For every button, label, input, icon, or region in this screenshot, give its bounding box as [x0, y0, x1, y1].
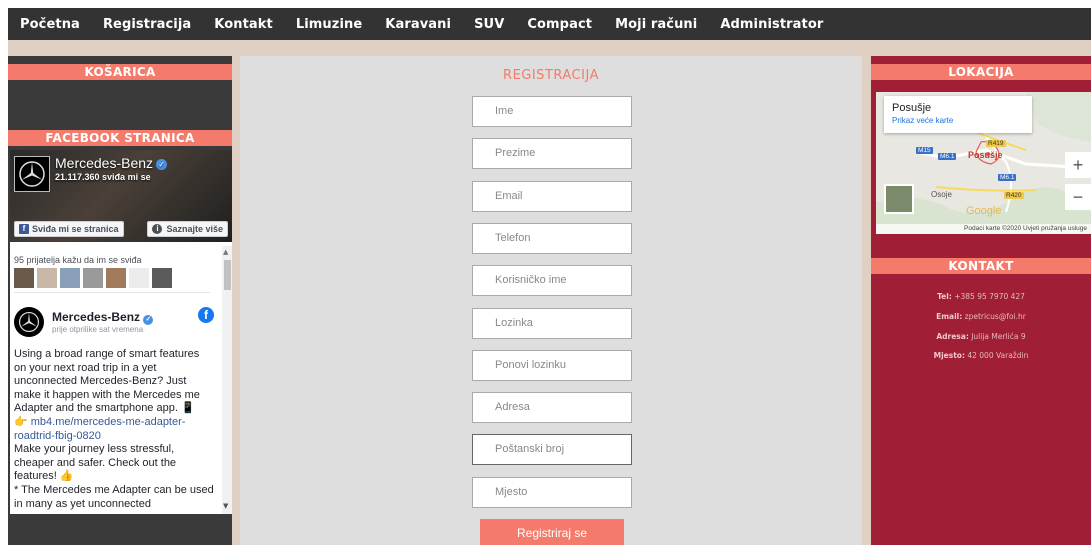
contact-heading: KONTAKT [871, 258, 1091, 274]
repeat-password-field[interactable]: Ponovi lozinku [472, 350, 632, 381]
google-logo: Google [966, 205, 1002, 217]
learn-more-button[interactable]: i Saznajte više [147, 221, 228, 237]
friends-like-text: 95 prijatelja kažu da im se sviđa [14, 255, 142, 265]
location-map[interactable]: R419 M15 M6.1 M6.1 R420 Posušje Osoje Po… [876, 92, 1091, 234]
facebook-cover: Mercedes-Benz ✓ 21.117.360 sviđa mi se fS… [10, 150, 232, 242]
map-footer[interactable]: Podaci karte ©2020 Uvjeti pružanja uslug… [876, 224, 1091, 234]
nav-item-karavani[interactable]: Karavani [385, 17, 451, 32]
road-label: M6.1 [998, 174, 1017, 181]
city-field[interactable]: Mjesto [472, 477, 632, 508]
contact-phone: Tel: +385 95 7970 427 [937, 292, 1025, 301]
scroll-down-icon[interactable]: ▼ [223, 502, 228, 510]
scroll-up-icon[interactable]: ▲ [223, 248, 228, 256]
mercedes-logo-icon[interactable] [14, 156, 50, 192]
verified-icon: ✓ [156, 158, 168, 170]
facebook-heading: FACEBOOK STRANICA [8, 130, 232, 146]
nav-item-pocetna[interactable]: Početna [20, 17, 80, 32]
address-field[interactable]: Adresa [472, 392, 632, 423]
nav-item-limuzine[interactable]: Limuzine [296, 17, 362, 32]
zoom-in-button[interactable]: + [1065, 152, 1091, 178]
satellite-toggle[interactable] [884, 184, 914, 214]
road-label: M15 [916, 147, 933, 154]
email-field[interactable]: Email [472, 181, 632, 212]
facebook-scrollbar[interactable]: ▲ ▼ [222, 246, 232, 514]
info-icon: i [152, 224, 163, 234]
post-header: Mercedes-Benz ✓ prije otprilike sat vrem… [14, 304, 214, 340]
nav-item-compact[interactable]: Compact [527, 17, 592, 32]
facebook-likes-count: 21.117.360 sviđa mi se [55, 172, 151, 182]
avatar[interactable] [106, 268, 126, 288]
avatar[interactable] [152, 268, 172, 288]
zoom-out-button[interactable]: − [1065, 184, 1091, 210]
phone-field[interactable]: Telefon [472, 223, 632, 254]
post-text: Using a broad range of smart features on… [14, 348, 214, 510]
verified-icon: ✓ [143, 315, 154, 325]
first-name-field[interactable]: Ime [472, 96, 632, 127]
road-label: M6.1 [938, 153, 957, 160]
right-sidebar: LOKACIJA R419 M15 M6.1 M6.1 R420 Posušje… [871, 56, 1091, 545]
contact-address: Adresa: Julija Merlića 9 [936, 332, 1026, 341]
top-navbar: Početna Registracija Kontakt Limuzine Ka… [8, 8, 1091, 40]
road-label: R419 [986, 140, 1006, 147]
password-field[interactable]: Lozinka [472, 308, 632, 339]
avatar[interactable] [60, 268, 80, 288]
map-info-card: Posušje Prikaz veće karte [884, 96, 1032, 133]
avatar[interactable] [129, 268, 149, 288]
map-village-label: Osoje [931, 190, 952, 199]
location-heading: LOKACIJA [871, 64, 1091, 80]
nav-item-suv[interactable]: SUV [474, 17, 504, 32]
postal-code-field[interactable]: Poštanski broj [472, 434, 632, 465]
nav-item-kontakt[interactable]: Kontakt [214, 17, 273, 32]
friends-avatars [14, 268, 210, 288]
contact-email: Email: zpetricus@foi.hr [936, 312, 1026, 321]
facebook-f-icon: f [19, 224, 29, 234]
username-field[interactable]: Korisničko ime [472, 265, 632, 296]
last-name-field[interactable]: Prezime [472, 138, 632, 169]
like-page-button[interactable]: f Sviđa mi se stranica [14, 221, 124, 237]
cart-heading: KOŠARICA [8, 64, 232, 80]
larger-map-link[interactable]: Prikaz veće karte [892, 116, 1024, 125]
nav-item-administrator[interactable]: Administrator [720, 17, 823, 32]
left-sidebar: KOŠARICA FACEBOOK STRANICA Mercedes-Benz… [8, 56, 232, 545]
facebook-page-name[interactable]: Mercedes-Benz ✓ [55, 155, 168, 171]
registration-panel: REGISTRACIJA Ime Prezime Email Telefon K… [240, 56, 862, 545]
page: Početna Registracija Kontakt Limuzine Ka… [8, 8, 1091, 545]
scrollbar-thumb[interactable] [224, 260, 231, 290]
avatar[interactable] [83, 268, 103, 288]
facebook-post: Mercedes-Benz ✓ prije otprilike sat vrem… [14, 304, 214, 511]
post-link[interactable]: mb4.me/mercedes-me-adapter-roadtrid-fbig… [14, 416, 185, 442]
nav-item-moji-racuni[interactable]: Moji računi [615, 17, 697, 32]
avatar[interactable] [14, 268, 34, 288]
avatar[interactable] [37, 268, 57, 288]
contact-city: Mjesto: 42 000 Varaždin [933, 351, 1029, 360]
map-place-name: Posušje [892, 102, 932, 114]
facebook-friends: 95 prijatelja kažu da im se sviđa [14, 247, 210, 293]
post-author[interactable]: Mercedes-Benz ✓ [52, 310, 154, 325]
map-town-label: Posušje [968, 150, 1003, 160]
mercedes-logo-icon[interactable] [14, 307, 44, 337]
nav-item-registracija[interactable]: Registracija [103, 17, 191, 32]
facebook-page-widget: Mercedes-Benz ✓ 21.117.360 sviđa mi se fS… [10, 150, 232, 514]
register-button[interactable]: Registriraj se [480, 519, 624, 545]
registration-title: REGISTRACIJA [503, 68, 599, 83]
road-label: R420 [1004, 192, 1024, 199]
facebook-logo-icon[interactable]: f [198, 307, 214, 323]
post-timestamp[interactable]: prije otprilike sat vremena [52, 325, 153, 334]
